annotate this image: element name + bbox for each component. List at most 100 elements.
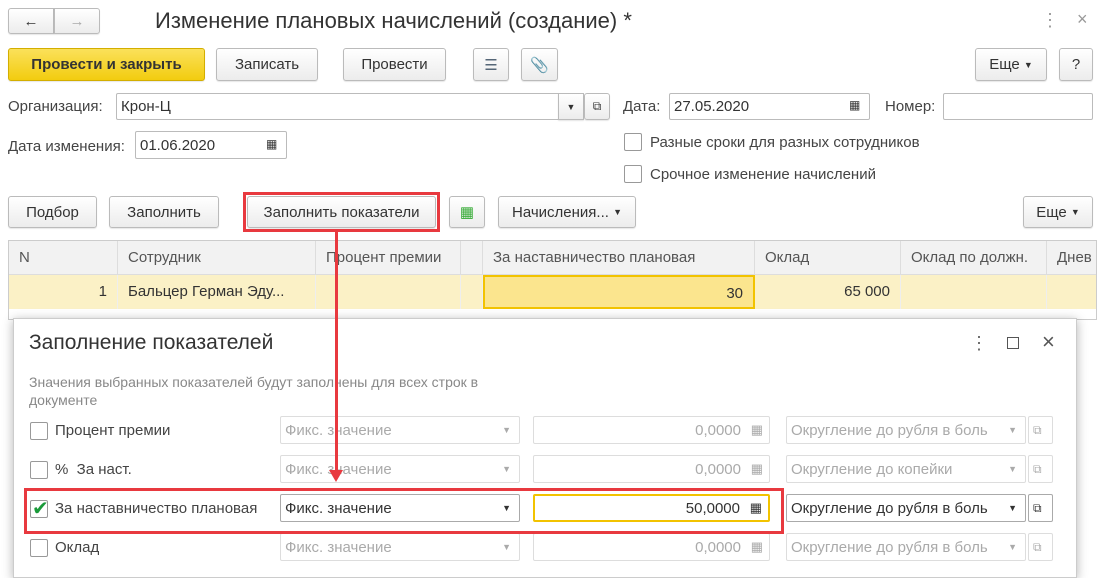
cell-mentoring[interactable]: 30 bbox=[483, 275, 755, 309]
mode-select[interactable]: Фикс. значение ▼ bbox=[280, 455, 520, 483]
col-employee[interactable]: Сотрудник bbox=[118, 241, 316, 275]
dialog-close-icon[interactable]: × bbox=[1042, 329, 1055, 355]
date-label: Дата: bbox=[623, 98, 661, 115]
chevron-down-icon: ▼ bbox=[502, 542, 511, 552]
fill-button[interactable]: Заполнить bbox=[109, 196, 219, 228]
dialog-more-icon[interactable]: ⋮ bbox=[970, 333, 988, 354]
org-value: Крон-Ц bbox=[121, 98, 171, 115]
mode-value: Фикс. значение bbox=[285, 538, 392, 556]
calculator-icon[interactable]: ▦ bbox=[751, 539, 763, 555]
open-button[interactable]: ⧉ bbox=[1028, 455, 1053, 483]
org-field[interactable]: Крон-Ц bbox=[116, 93, 584, 120]
post-button[interactable]: Провести bbox=[343, 48, 446, 81]
table-more-label: Еще bbox=[1036, 203, 1067, 221]
close-icon[interactable]: × bbox=[1077, 9, 1088, 30]
col-salary[interactable]: Оклад bbox=[755, 241, 901, 275]
indicator-label: % За наст. bbox=[55, 461, 132, 478]
cell-salary[interactable]: 65 000 bbox=[755, 275, 901, 309]
rounding-select[interactable]: Округление до рубля в боль ▼ bbox=[786, 416, 1026, 444]
number-field[interactable] bbox=[943, 93, 1093, 120]
accruals-button[interactable]: Начисления... ▼ bbox=[498, 196, 636, 228]
list-icon[interactable]: ☰ bbox=[473, 48, 509, 81]
dialog-description: Значения выбранных показателей будут зап… bbox=[29, 374, 479, 408]
diff-terms-label: Разные сроки для разных сотрудников bbox=[650, 134, 920, 151]
more-menu-icon[interactable]: ⋮ bbox=[1041, 10, 1059, 31]
diff-terms-checkbox[interactable] bbox=[624, 133, 642, 151]
dialog-title: Заполнение показателей bbox=[29, 331, 274, 354]
rounding-value: Округление до рубля в боль bbox=[791, 499, 988, 517]
arrow-head bbox=[329, 470, 343, 482]
col-n[interactable]: N bbox=[9, 241, 118, 275]
number-label: Номер: bbox=[885, 98, 936, 115]
forward-button[interactable]: → bbox=[54, 8, 100, 34]
change-date-label: Дата изменения: bbox=[8, 138, 125, 155]
calculator-icon[interactable]: ▦ bbox=[751, 461, 763, 477]
highlight-box bbox=[243, 192, 440, 232]
calculator-icon[interactable]: ▦ bbox=[751, 422, 763, 438]
help-button[interactable]: ? bbox=[1059, 48, 1093, 81]
chevron-down-icon: ▼ bbox=[1008, 542, 1017, 552]
rounding-select[interactable]: Округление до рубля в боль ▼ bbox=[786, 494, 1026, 522]
cell-employee[interactable]: Бальцер Герман Эду... bbox=[118, 275, 316, 309]
rounding-select[interactable]: Округление до копейки ▼ bbox=[786, 455, 1026, 483]
paperclip-icon[interactable]: 📎 bbox=[521, 48, 558, 81]
date-value: 27.05.2020 bbox=[674, 98, 750, 115]
value-text: 0,0000 bbox=[695, 460, 741, 478]
col-daily[interactable]: Днев bbox=[1047, 241, 1096, 275]
chevron-down-icon: ▼ bbox=[1008, 464, 1017, 474]
value-input[interactable]: 0,0000 ▦ bbox=[533, 533, 770, 561]
cell-position-salary[interactable] bbox=[901, 275, 1047, 309]
mode-select[interactable]: Фикс. значение ▼ bbox=[280, 416, 520, 444]
col-mentoring[interactable]: За наставничество плановая bbox=[483, 241, 755, 275]
value-input[interactable]: 0,0000 ▦ bbox=[533, 455, 770, 483]
open-button[interactable]: ⧉ bbox=[1028, 494, 1053, 522]
org-dropdown-button[interactable]: ▼ bbox=[558, 93, 584, 120]
maximize-icon[interactable] bbox=[1007, 337, 1019, 349]
table-add-icon[interactable]: ▦ bbox=[449, 196, 485, 228]
rounding-select[interactable]: Округление до рубля в боль ▼ bbox=[786, 533, 1026, 561]
accruals-label: Начисления... bbox=[511, 203, 609, 221]
urgent-checkbox[interactable] bbox=[624, 165, 642, 183]
indicator-checkbox[interactable] bbox=[30, 539, 48, 557]
indicator-checkbox[interactable] bbox=[30, 461, 48, 479]
chevron-down-icon: ▼ bbox=[1008, 503, 1017, 513]
cell-n[interactable]: 1 bbox=[9, 275, 118, 309]
mode-value: Фикс. значение bbox=[285, 421, 392, 439]
rounding-value: Округление до рубля в боль bbox=[791, 421, 988, 439]
indicator-label: Процент премии bbox=[55, 422, 171, 439]
rounding-value: Округление до рубля в боль bbox=[791, 538, 988, 556]
accruals-table[interactable]: N Сотрудник Процент премии За наставниче… bbox=[8, 240, 1097, 320]
value-input[interactable]: 0,0000 ▦ bbox=[533, 416, 770, 444]
open-button[interactable]: ⧉ bbox=[1028, 416, 1053, 444]
save-button[interactable]: Записать bbox=[216, 48, 318, 81]
cell-spacer bbox=[461, 275, 483, 309]
date-field[interactable]: 27.05.2020 bbox=[669, 93, 870, 120]
highlight-box-row bbox=[24, 488, 784, 534]
page-title: Изменение плановых начислений (создание)… bbox=[155, 8, 632, 33]
table-more-button[interactable]: Еще ▼ bbox=[1023, 196, 1093, 228]
open-button[interactable]: ⧉ bbox=[1028, 533, 1053, 561]
col-position-salary[interactable]: Оклад по должн. bbox=[901, 241, 1047, 275]
back-button[interactable]: ← bbox=[8, 8, 54, 34]
rounding-value: Округление до копейки bbox=[791, 460, 953, 478]
value-text: 0,0000 bbox=[695, 538, 741, 556]
org-label: Организация: bbox=[8, 98, 103, 115]
calendar-icon[interactable]: ▦ bbox=[849, 98, 860, 112]
more-label: Еще bbox=[989, 56, 1020, 73]
org-open-button[interactable]: ⧉ bbox=[584, 93, 610, 120]
post-and-close-button[interactable]: Провести и закрыть bbox=[8, 48, 205, 81]
cell-daily[interactable] bbox=[1047, 275, 1096, 309]
urgent-label: Срочное изменение начислений bbox=[650, 166, 876, 183]
change-date-value: 01.06.2020 bbox=[140, 136, 216, 154]
change-date-field[interactable]: 01.06.2020 bbox=[135, 131, 287, 159]
indicator-checkbox[interactable] bbox=[30, 422, 48, 440]
chevron-down-icon: ▼ bbox=[502, 464, 511, 474]
more-button[interactable]: Еще ▼ bbox=[975, 48, 1047, 81]
value-text: 0,0000 bbox=[695, 421, 741, 439]
calendar-icon[interactable]: ▦ bbox=[266, 137, 277, 151]
chevron-down-icon: ▼ bbox=[502, 425, 511, 435]
indicator-label: Оклад bbox=[55, 539, 100, 556]
col-spacer bbox=[461, 241, 483, 275]
mode-select[interactable]: Фикс. значение ▼ bbox=[280, 533, 520, 561]
select-button[interactable]: Подбор bbox=[8, 196, 97, 228]
